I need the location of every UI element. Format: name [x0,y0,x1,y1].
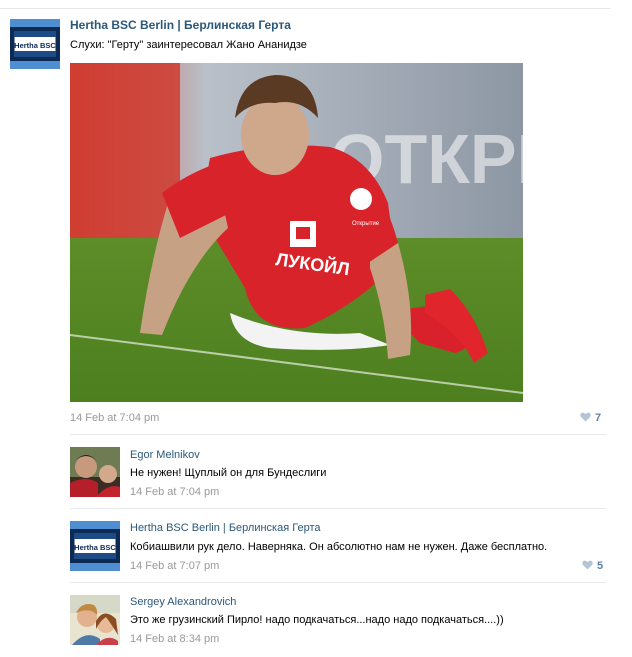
comment-divider [70,582,606,583]
post-like-count: 7 [595,412,602,424]
comment-author-link[interactable]: Sergey Alexandrovich [130,596,236,608]
comments-divider [70,434,606,435]
heart-icon [580,412,591,422]
comment-text: Это же грузинский Пирло! надо подкачатьс… [130,614,504,626]
post-photo[interactable]: ОТКРЫ ЛУКОЙЛ Открытие [70,63,523,402]
comment-author-link[interactable]: Hertha BSC Berlin | Берлинская Герта [130,522,321,534]
football-player-photo: ОТКРЫ ЛУКОЙЛ Открытие [70,63,523,402]
hertha-flag-icon: Hertha BSC [10,19,60,69]
comment-date[interactable]: 14 Feb at 7:04 pm [130,486,219,498]
post-like-button[interactable]: 7 [580,412,601,424]
comment-date[interactable]: 14 Feb at 8:34 pm [130,633,219,645]
comment-like-count: 5 [597,560,604,572]
user-photo-icon [70,447,120,497]
avatar-label: Hertha BSC [14,41,56,50]
top-divider [0,8,610,9]
post-date[interactable]: 14 Feb at 7:04 pm [70,412,159,424]
post-text: Слухи: "Герту" заинтересовал Жано Ананид… [70,39,307,51]
hertha-flag-icon: Hertha BSC [70,521,120,571]
heart-icon [582,560,593,570]
comment-author-avatar[interactable] [70,447,120,497]
comment-divider [70,508,606,509]
comment-text: Кобиашвили рук дело. Наверняка. Он абсол… [130,541,548,553]
avatar-label: Hertha BSC [74,543,116,552]
comment-text: Не нужен! Щуплый он для Бундеслиги [130,467,327,479]
post-author-avatar[interactable]: Hertha BSC [10,19,60,69]
comment-like-button[interactable]: 5 [582,560,603,572]
comment-date[interactable]: 14 Feb at 7:07 pm [130,560,219,572]
comment-author-link[interactable]: Egor Melnikov [130,449,200,461]
user-photo-icon [70,595,120,645]
post-author-link[interactable]: Hertha BSC Berlin | Берлинская Герта [70,18,291,32]
comment-author-avatar[interactable]: Hertha BSC [70,521,120,571]
jersey-crest-text: Открытие [352,221,380,227]
comment-author-avatar[interactable] [70,595,120,645]
